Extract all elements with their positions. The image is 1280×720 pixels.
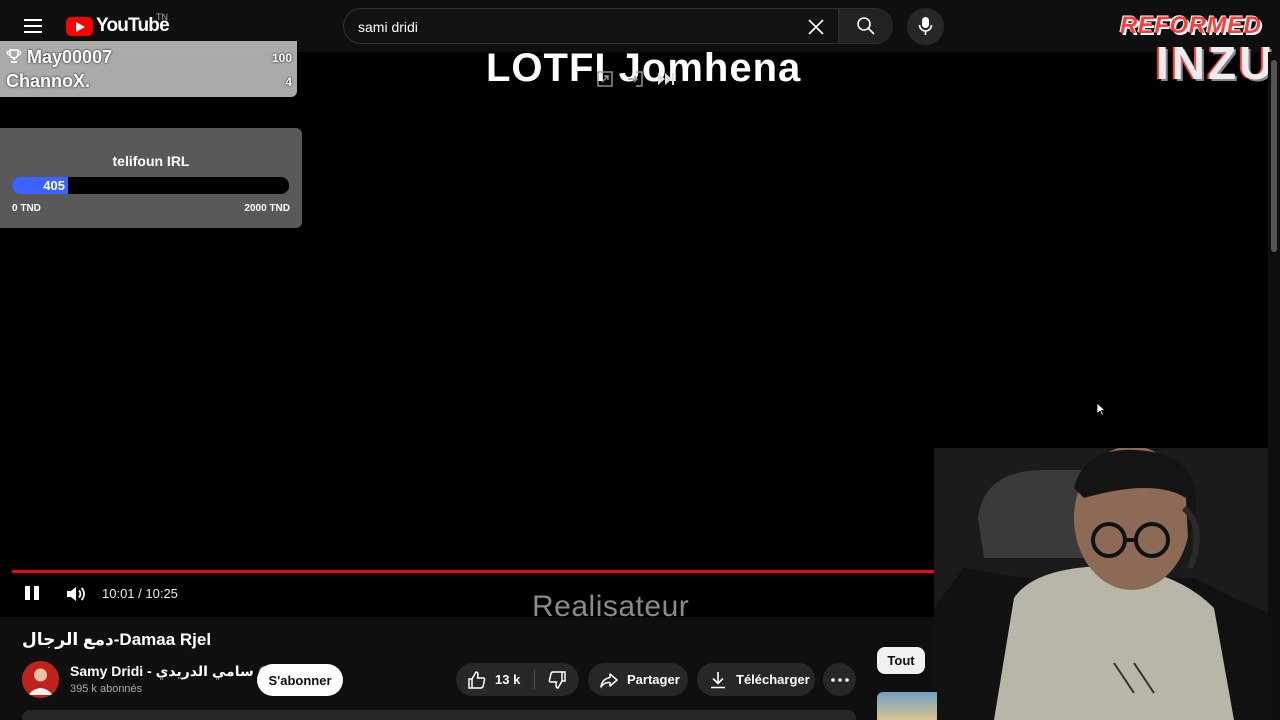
thumbs-up-icon xyxy=(468,670,486,689)
youtube-play-logo-icon xyxy=(66,16,93,36)
microphone-icon xyxy=(918,17,933,35)
streamer-logo: REFORMED INZU xyxy=(1118,12,1272,90)
leaderboard-score: 100 xyxy=(271,50,292,65)
download-icon xyxy=(711,671,725,688)
youtube-logo[interactable]: YouTube xyxy=(66,14,170,38)
miniplayer-icon[interactable] xyxy=(596,70,614,88)
pause-button[interactable] xyxy=(22,583,42,603)
scrollbar-thumb[interactable] xyxy=(1271,60,1277,252)
more-actions-button[interactable] xyxy=(823,663,856,696)
leaderboard-name: May00007 xyxy=(27,47,113,67)
download-label: Télécharger xyxy=(736,672,810,687)
goal-max-label: 2000 TND xyxy=(244,203,290,214)
like-count: 13 k xyxy=(495,672,521,687)
more-horizontal-icon xyxy=(830,677,849,682)
goal-progress-bar: 405 xyxy=(12,177,289,194)
share-button[interactable]: Partager xyxy=(588,663,688,696)
download-button[interactable]: Télécharger xyxy=(697,663,815,696)
description-box[interactable] xyxy=(22,710,856,720)
exit-icon[interactable] xyxy=(626,70,644,88)
trophy-icon xyxy=(6,49,22,63)
share-arrow-icon xyxy=(600,672,618,688)
skip-next-icon[interactable] xyxy=(656,70,676,88)
youtube-watch-page: YouTube TN LOTFI Jomhena xyxy=(0,0,1280,720)
dislike-button[interactable] xyxy=(535,663,579,696)
recommended-video-thumbnail[interactable] xyxy=(877,692,937,720)
share-label: Partager xyxy=(627,672,680,687)
search-button[interactable] xyxy=(839,9,893,43)
region-code: TN xyxy=(156,12,168,22)
streamer-logo-line2: INZU xyxy=(1156,37,1276,89)
like-dislike-group: 13 k xyxy=(456,663,579,696)
video-frame-credit-text: Realisateur xyxy=(532,590,690,623)
leaderboard-name: ChannoX. xyxy=(6,71,90,91)
top-donors-overlay: May00007 100 ChannoX. 4 xyxy=(0,41,297,97)
thumbs-down-icon xyxy=(548,670,566,689)
goal-current-value: 405 xyxy=(43,178,65,193)
voice-search-button[interactable] xyxy=(907,8,944,45)
channel-name-text: Samy Dridi - سامي الدريدي xyxy=(70,663,254,679)
goal-title: telifoun IRL xyxy=(112,153,190,169)
player-overlay-icons xyxy=(588,68,684,90)
time-display: 10:01 / 10:25 xyxy=(102,586,178,601)
leaderboard-score: 4 xyxy=(285,74,292,89)
leaderboard-row: May00007 100 xyxy=(6,47,292,68)
mouse-cursor-icon xyxy=(1096,402,1106,416)
leaderboard-row: ChannoX. 4 xyxy=(6,71,292,92)
channel-name[interactable]: Samy Dridi - سامي الدريدي xyxy=(70,663,271,680)
donation-goal-overlay: telifoun IRL 405 0 TND 2000 TND xyxy=(0,128,302,228)
goal-min-label: 0 TND xyxy=(12,203,41,214)
video-title: دمع الرجال-Damaa Rjel xyxy=(22,630,212,649)
clear-search-icon[interactable] xyxy=(806,17,826,37)
webcam-feed xyxy=(934,448,1280,720)
like-button[interactable]: 13 k xyxy=(456,663,534,696)
search-icon xyxy=(857,17,875,35)
filter-chip-all[interactable]: Tout xyxy=(877,647,925,674)
volume-icon[interactable] xyxy=(64,583,86,605)
search-input[interactable] xyxy=(358,17,798,37)
page-scrollbar[interactable] xyxy=(1268,52,1280,720)
subscribe-button[interactable]: S'abonner xyxy=(257,664,343,696)
subscriber-count: 395 k abonnés xyxy=(70,683,143,695)
channel-avatar[interactable] xyxy=(22,661,59,698)
search-box xyxy=(343,8,893,44)
menu-icon[interactable] xyxy=(21,14,45,38)
